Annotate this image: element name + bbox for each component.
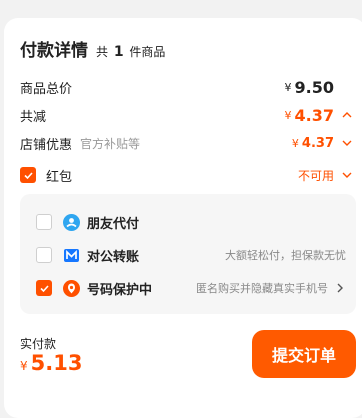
check-icon <box>23 171 33 179</box>
discount-value: ¥ 4.37 <box>285 106 354 125</box>
shop-discount-label: 店铺优惠 <box>20 137 73 153</box>
discount-currency: ¥ <box>284 108 292 122</box>
paid-amount-value: 5.13 <box>30 351 83 375</box>
discount-label: 共减 <box>20 109 47 125</box>
payment-option-friend[interactable]: 朋友代付 <box>36 209 346 235</box>
chevron-up-icon[interactable] <box>340 108 354 122</box>
bank-transfer-desc: 大额轻松付，担保款无忧 <box>225 249 346 262</box>
chevron-down-icon[interactable] <box>340 136 354 150</box>
chevron-down-icon[interactable] <box>340 168 354 182</box>
item-count-suffix: 件商品 <box>129 45 166 59</box>
payment-options-panel: 朋友代付 对公转账 大额轻松付，担保款无忧 号码保护中 匿名购买并隐藏真实手机号 <box>20 194 356 314</box>
item-count: 共 1 件商品 <box>96 43 165 60</box>
paid-amount-label: 实付款 <box>20 337 57 351</box>
bank-transfer-icon <box>62 246 80 264</box>
friend-pay-checkbox[interactable] <box>36 214 52 230</box>
red-packet-row[interactable]: 红包 不可用 <box>20 164 354 186</box>
goods-total-value: ¥ 9.50 <box>285 78 354 97</box>
number-protect-name: 号码保护中 <box>87 282 153 298</box>
red-packet-value: 不可用 <box>298 167 354 184</box>
payment-option-bank-transfer[interactable]: 对公转账 大额轻松付，担保款无忧 <box>36 242 346 268</box>
payment-header: 付款详情 共 1 件商品 <box>20 36 165 61</box>
red-packet-status: 不可用 <box>297 168 334 183</box>
shop-discount-sub: 官方补贴等 <box>80 136 141 151</box>
item-count-prefix: 共 <box>96 45 109 59</box>
friend-pay-name: 朋友代付 <box>87 216 140 232</box>
check-icon <box>39 284 49 292</box>
goods-total-currency: ¥ <box>284 80 292 94</box>
goods-total-row: 商品总价 ¥ 9.50 <box>20 76 354 98</box>
shop-discount-value: ¥ 4.37 <box>292 136 354 151</box>
payment-option-number-protect[interactable]: 号码保护中 匿名购买并隐藏真实手机号 <box>36 275 346 301</box>
bank-transfer-checkbox[interactable] <box>36 247 52 263</box>
number-protect-checkbox[interactable] <box>36 280 52 296</box>
chevron-right-icon <box>337 283 343 293</box>
friend-pay-icon <box>62 213 80 231</box>
number-protect-desc[interactable]: 匿名购买并隐藏真实手机号 <box>196 280 346 296</box>
item-count-value: 1 <box>113 44 124 60</box>
payment-details-card: 付款详情 共 1 件商品 商品总价 ¥ 9.50 共减 ¥ 4.37 店铺优惠 … <box>4 18 362 418</box>
bank-transfer-name: 对公转账 <box>87 249 140 265</box>
submit-order-button[interactable]: 提交订单 <box>252 330 356 378</box>
discount-amount: 4.37 <box>294 105 334 125</box>
goods-total-label: 商品总价 <box>20 81 73 97</box>
red-packet-label: 红包 <box>46 169 73 185</box>
paid-amount: ¥ 5.13 <box>20 351 82 375</box>
red-packet-checkbox[interactable] <box>20 167 36 183</box>
shop-discount-amount: 4.37 <box>301 135 334 151</box>
shop-discount-currency: ¥ <box>291 136 299 150</box>
number-protect-desc-text: 匿名购买并隐藏真实手机号 <box>196 282 328 295</box>
paid-amount-currency: ¥ <box>20 359 28 373</box>
goods-total-amount: 9.50 <box>294 77 334 97</box>
shop-discount-row[interactable]: 店铺优惠 官方补贴等 ¥ 4.37 <box>20 132 354 154</box>
page-title: 付款详情 <box>20 41 88 61</box>
number-protect-icon <box>62 279 80 297</box>
discount-row[interactable]: 共减 ¥ 4.37 <box>20 104 354 126</box>
